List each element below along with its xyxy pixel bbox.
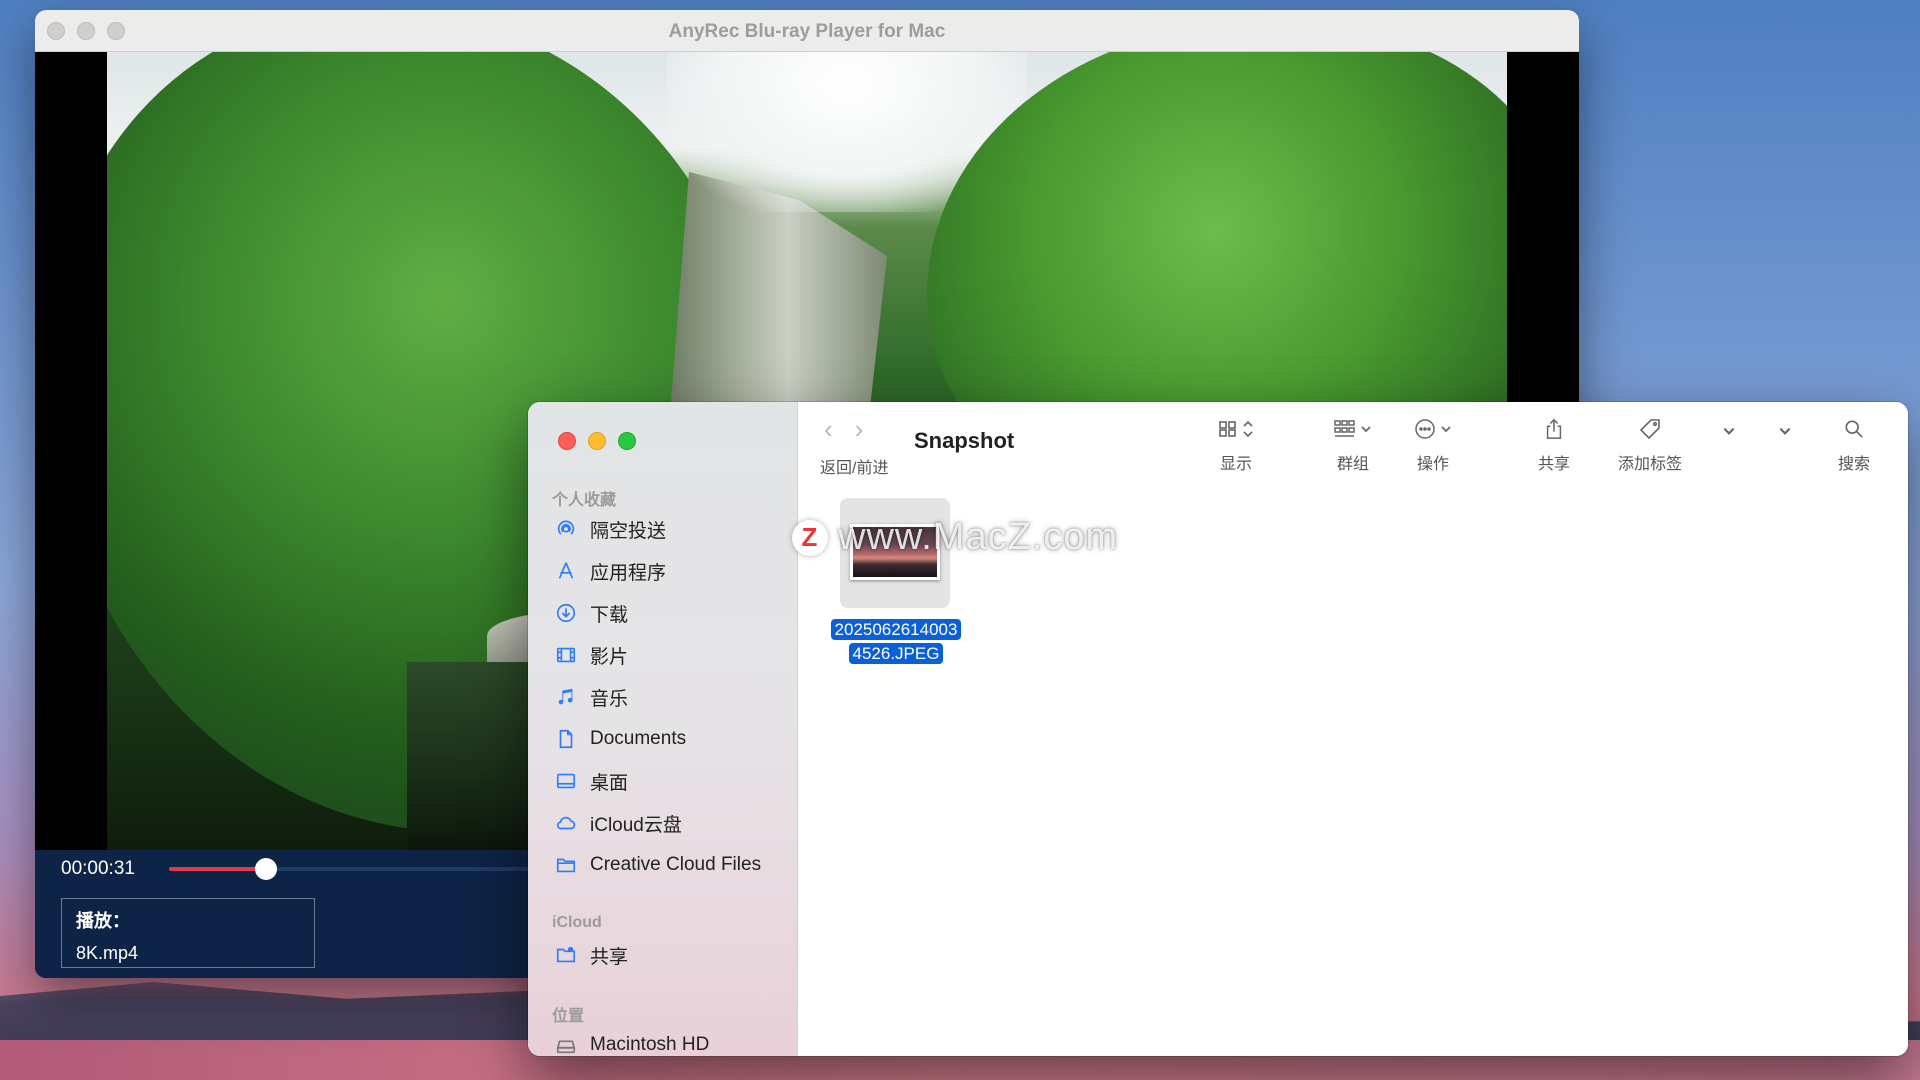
chevron-down-icon — [1779, 427, 1791, 435]
group-icon-group — [1334, 416, 1372, 442]
now-playing-label: 播放： — [76, 911, 130, 931]
share-icon — [1546, 418, 1562, 439]
toolbar-more-chevron[interactable] — [1778, 424, 1792, 443]
action-icon-group — [1414, 416, 1452, 442]
search-label: 搜索 — [1838, 456, 1871, 473]
applications-icon — [554, 559, 578, 583]
sidebar-item-airdrop[interactable]: 隔空投送 — [554, 512, 666, 546]
watermark: Z www.MacZ.com — [792, 516, 1118, 559]
sidebar-item-label: Documents — [590, 728, 687, 749]
sidebar-section-locations: 位置 — [552, 1008, 585, 1025]
nav-buttons: ‹ › — [824, 416, 864, 442]
sidebar-item-icloud-drive[interactable]: iCloud云盘 — [554, 806, 682, 840]
file-name-line1: 2025062614003 — [830, 619, 962, 640]
sidebar-item-label: iCloud云盘 — [590, 814, 682, 836]
current-time: 00:00:31 — [61, 858, 135, 879]
now-playing-file: 8K.mp4 — [76, 943, 139, 963]
shared-folder-icon — [554, 943, 578, 967]
sidebar-item-label: 桌面 — [590, 772, 629, 794]
updown-chevron-icon — [1243, 420, 1253, 438]
sidebar-item-downloads[interactable]: 下载 — [554, 596, 628, 630]
finder-toolbar: ‹ › 返回/前进 Snapshot 显示 群组 操作 共享 添加标签 搜索 — [798, 402, 1908, 482]
disk-icon — [554, 1033, 578, 1056]
action-button[interactable]: 操作 — [1414, 416, 1452, 474]
sidebar-item-movies[interactable]: 影片 — [554, 638, 628, 672]
sidebar-item-music[interactable]: 音乐 — [554, 680, 628, 714]
sidebar-section-favorites: 个人收藏 — [552, 492, 617, 509]
folder-title: Snapshot — [914, 428, 1015, 453]
share-icon-group — [1544, 416, 1564, 442]
action-label: 操作 — [1416, 456, 1449, 473]
seek-handle[interactable] — [254, 858, 277, 880]
toolbar-overflow-chevron[interactable] — [1722, 424, 1736, 443]
minimize-button[interactable] — [588, 432, 606, 450]
sidebar-item-desktop[interactable]: 桌面 — [554, 764, 628, 798]
music-icon — [554, 685, 578, 709]
sidebar-item-label: 音乐 — [590, 688, 629, 710]
now-playing-box: 播放： 8K.mp4 — [61, 898, 315, 968]
tag-icon — [1639, 419, 1660, 440]
sidebar-item-label: 共享 — [590, 946, 629, 968]
sidebar-item-label: 下载 — [590, 604, 629, 626]
zoom-button[interactable] — [618, 432, 636, 450]
watermark-badge: Z — [792, 519, 828, 556]
sidebar-section-icloud: iCloud — [552, 914, 602, 931]
desktop-icon — [554, 769, 578, 793]
add-tag-label: 添加标签 — [1618, 456, 1683, 473]
add-tag-button[interactable]: 添加标签 — [1618, 416, 1682, 474]
seek-progress — [169, 867, 266, 871]
chevron-down-icon — [1723, 427, 1735, 435]
sidebar-item-macintosh-hd[interactable]: Macintosh HD — [554, 1028, 709, 1056]
sidebar-item-label: 应用程序 — [590, 562, 667, 584]
finder-content[interactable]: ‹ › 返回/前进 Snapshot 显示 群组 操作 共享 添加标签 搜索 2… — [798, 402, 1908, 1056]
sidebar-item-creative-cloud[interactable]: Creative Cloud Files — [554, 848, 761, 882]
search-button[interactable]: 搜索 — [1838, 416, 1870, 474]
group-button[interactable]: 群组 — [1334, 416, 1372, 474]
sidebar-item-shared[interactable]: 共享 — [554, 938, 628, 972]
chevron-down-icon — [1441, 426, 1451, 433]
sidebar-item-label: 影片 — [590, 646, 629, 668]
view-icon-group — [1218, 416, 1254, 442]
ellipsis-circle-icon — [1415, 419, 1435, 439]
sidebar-item-label: 隔空投送 — [590, 520, 667, 542]
sidebar-item-applications[interactable]: 应用程序 — [554, 554, 666, 588]
close-button[interactable] — [558, 432, 576, 450]
chevron-down-icon — [1361, 426, 1371, 433]
view-label: 显示 — [1219, 456, 1252, 473]
folder-icon — [554, 853, 578, 877]
movies-icon — [554, 643, 578, 667]
view-button[interactable]: 显示 — [1218, 416, 1254, 474]
share-button[interactable]: 共享 — [1538, 416, 1570, 474]
share-label: 共享 — [1538, 456, 1571, 473]
file-name-line2: 4526.JPEG — [848, 643, 944, 664]
finder-window-controls — [558, 432, 636, 450]
watermark-text: www.MacZ.com — [838, 516, 1119, 558]
grid-icon — [1219, 421, 1236, 437]
search-icon — [1845, 420, 1863, 438]
sidebar-item-label: Creative Cloud Files — [590, 854, 762, 875]
forward-button[interactable]: › — [855, 416, 864, 442]
player-title: AnyRec Blu-ray Player for Mac — [668, 21, 946, 42]
finder-sidebar: 个人收藏 隔空投送 应用程序 下载 影片 音乐 Documents 桌面 iCl… — [528, 402, 798, 1056]
finder-window: 个人收藏 隔空投送 应用程序 下载 影片 音乐 Documents 桌面 iCl… — [528, 402, 1908, 1056]
airdrop-icon — [554, 517, 578, 541]
group-grid-icon — [1334, 420, 1355, 437]
download-icon — [554, 601, 578, 625]
sidebar-item-label: Macintosh HD — [590, 1034, 710, 1055]
document-icon — [554, 727, 578, 751]
tag-icon-group — [1639, 416, 1661, 442]
file-name[interactable]: 2025062614003 4526.JPEG — [818, 618, 974, 666]
group-label: 群组 — [1336, 456, 1369, 473]
search-icon-group — [1844, 416, 1864, 442]
sidebar-item-documents[interactable]: Documents — [554, 722, 686, 756]
back-button[interactable]: ‹ — [824, 416, 833, 442]
cloud-icon — [554, 811, 578, 835]
player-titlebar[interactable]: AnyRec Blu-ray Player for Mac — [35, 10, 1579, 52]
nav-label: 返回/前进 — [820, 460, 889, 477]
